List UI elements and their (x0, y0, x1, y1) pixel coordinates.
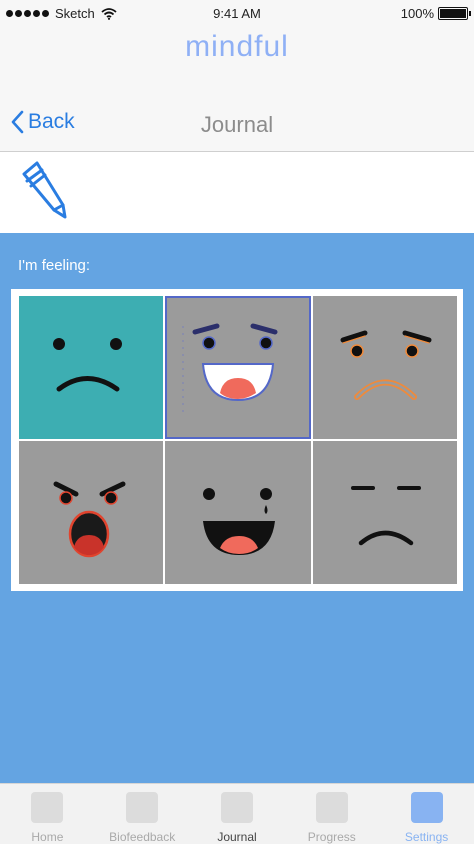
angry-face-icon (53, 481, 126, 558)
sad-face-icon (53, 338, 122, 392)
tab-settings[interactable]: Settings (379, 784, 474, 844)
mood-option-happy[interactable] (165, 296, 311, 439)
status-bar: Sketch 9:41 AM 100% (0, 0, 474, 28)
mood-option-angry[interactable] (19, 441, 163, 584)
tab-label: Biofeedback (109, 830, 176, 844)
battery-status: 100% (400, 6, 471, 21)
battery-percent: 100% (400, 6, 434, 21)
disappointed-face-icon (351, 486, 421, 546)
journal-icon (220, 792, 253, 823)
mood-option-worried[interactable] (313, 296, 457, 439)
app-title: mindful (185, 30, 289, 63)
mood-option-disappointed[interactable] (313, 441, 457, 584)
tab-journal[interactable]: Journal (190, 784, 285, 844)
battery-icon (438, 7, 471, 20)
mood-grid-frame (11, 289, 463, 591)
home-icon (31, 792, 64, 823)
tab-progress[interactable]: Progress (284, 784, 379, 844)
navigation-bar: Back Journal (0, 100, 474, 152)
settings-icon (410, 792, 443, 823)
journal-toolbar (0, 152, 474, 233)
feeling-prompt: I'm feeling: (18, 257, 91, 274)
tab-label: Settings (404, 830, 449, 844)
mood-option-sad[interactable] (19, 296, 163, 439)
pencil-icon[interactable] (18, 158, 70, 220)
progress-icon (315, 792, 348, 823)
mood-grid (19, 296, 457, 584)
tab-label: Progress (307, 830, 356, 844)
happy-face-icon (182, 323, 278, 416)
tab-home[interactable]: Home (0, 784, 95, 844)
tab-biofeedback[interactable]: Biofeedback (95, 784, 190, 844)
tab-label: Home (31, 830, 64, 844)
laughing-face-icon (203, 488, 275, 555)
biofeedback-icon (126, 792, 159, 823)
mood-option-laughing[interactable] (165, 441, 311, 584)
tab-label: Journal (217, 830, 257, 844)
page-title: Journal (200, 112, 274, 137)
tab-bar: Home Biofeedback Journal Progress Settin… (0, 783, 474, 844)
worried-face-icon (340, 330, 432, 400)
mood-section: I'm feeling: (0, 233, 474, 783)
